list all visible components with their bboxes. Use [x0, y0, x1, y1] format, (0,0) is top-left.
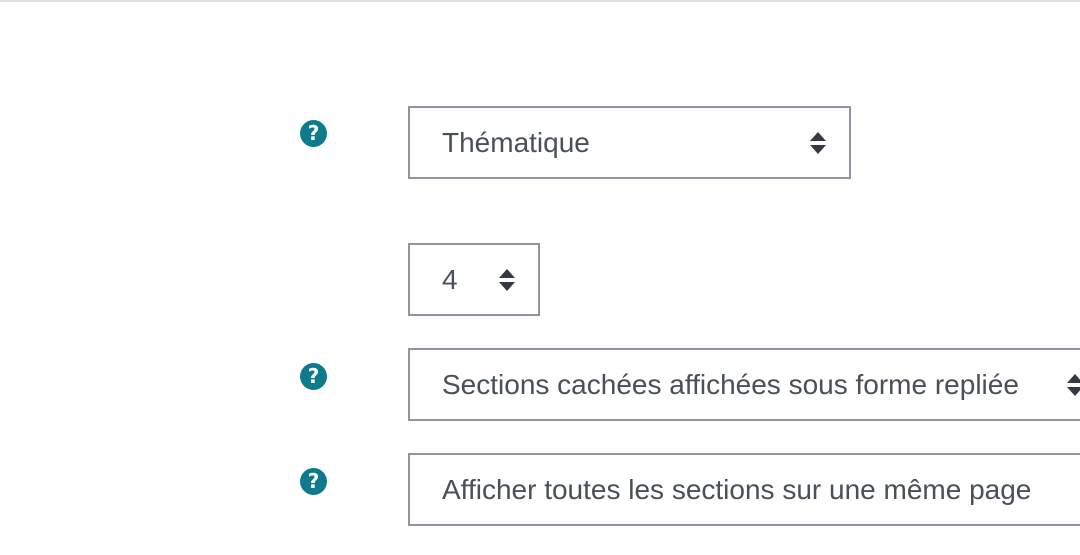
course-format-value: Thématique	[442, 127, 590, 158]
select-arrows-icon	[810, 131, 826, 154]
sections-count-value: 4	[442, 264, 458, 295]
help-icon[interactable]: ?	[300, 363, 327, 390]
select-arrows-icon	[499, 268, 515, 291]
help-icon[interactable]: ?	[300, 468, 327, 495]
hidden-sections-value: Sections cachées affichées sous forme re…	[442, 369, 1019, 400]
top-divider	[0, 0, 1080, 2]
select-arrows-icon	[1067, 373, 1080, 396]
hidden-sections-select[interactable]: Sections cachées affichées sous forme re…	[408, 348, 1080, 421]
course-layout-value: Afficher toutes les sections sur une mêm…	[442, 474, 1032, 505]
course-layout-select[interactable]: Afficher toutes les sections sur une mêm…	[408, 453, 1080, 526]
sections-count-select[interactable]: 4	[408, 243, 540, 316]
help-icon[interactable]: ?	[300, 120, 327, 147]
course-format-select[interactable]: Thématique	[408, 106, 851, 179]
